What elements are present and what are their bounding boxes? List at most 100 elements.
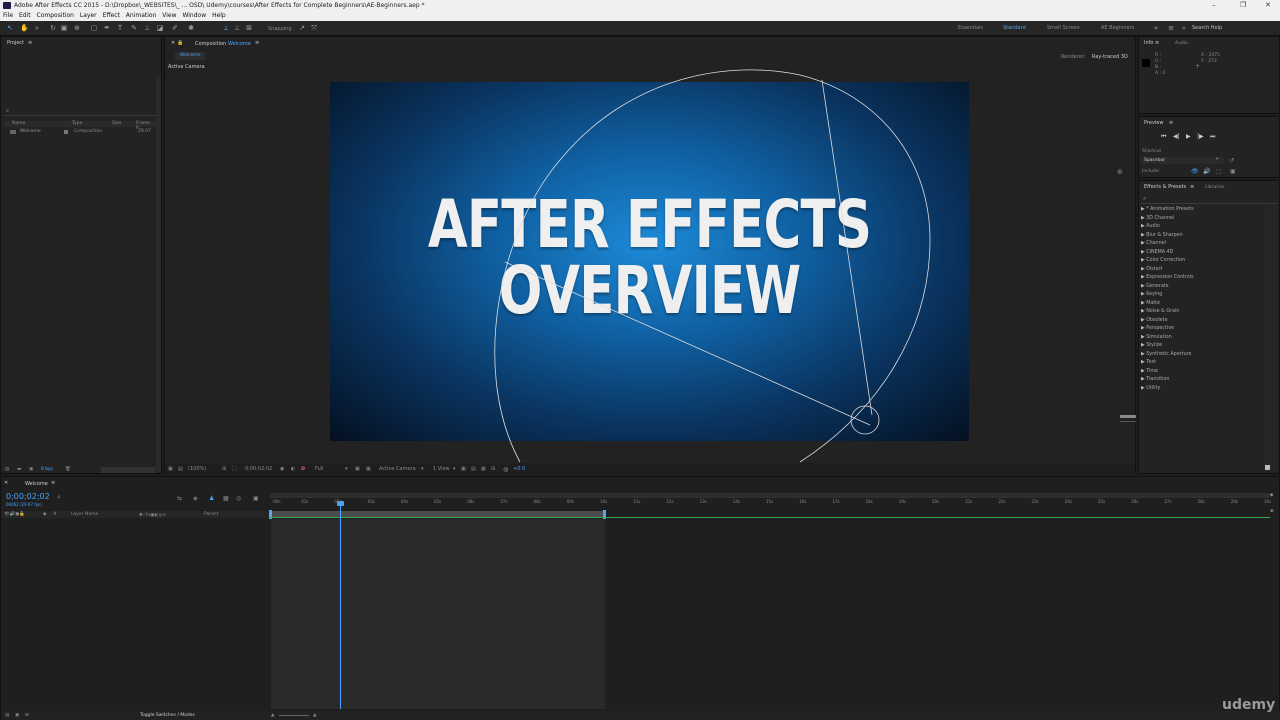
playhead[interactable] bbox=[340, 501, 341, 709]
include-overlays-icon[interactable]: ⬚ bbox=[1216, 168, 1222, 175]
timeline-footer: ▤ ▣ ⊞ Toggle Switches / Modes ▲ ▲ bbox=[1, 711, 1280, 720]
next-frame-icon[interactable]: |▶ bbox=[1197, 133, 1204, 140]
effects-scrollbar[interactable] bbox=[1264, 205, 1278, 470]
effect-category[interactable]: ▶ Keying bbox=[1141, 292, 1162, 297]
time-navigator[interactable] bbox=[270, 493, 1270, 498]
ruler-label: 05s bbox=[434, 499, 442, 504]
previous-frame-icon[interactable]: ◀| bbox=[1173, 133, 1180, 140]
in-out-icon[interactable]: ⊞ bbox=[25, 713, 29, 718]
zoom-out-icon[interactable]: ▲ bbox=[271, 713, 274, 718]
ruler-label: 03s bbox=[367, 499, 375, 504]
effect-category[interactable]: ▶ Stylize bbox=[1141, 343, 1162, 348]
ruler-label: :00s bbox=[272, 499, 281, 504]
effect-category[interactable]: ▶ Time bbox=[1141, 369, 1158, 374]
effect-category[interactable]: ▶ Distort bbox=[1141, 267, 1162, 272]
include-audio-icon[interactable]: 🔊 bbox=[1203, 168, 1210, 175]
zoom-in-icon[interactable]: ▲ bbox=[313, 713, 316, 718]
include-layer-controls-icon[interactable]: ▣ bbox=[1230, 168, 1236, 175]
effect-category-label: Perspective bbox=[1146, 326, 1174, 331]
preview-panel: Preview ≡ ⏮ ◀| ▶ |▶ ⏭ Shortcut Spacebar … bbox=[1138, 116, 1280, 178]
effect-category[interactable]: ▶ Text bbox=[1141, 360, 1156, 365]
effect-category-label: * Animation Presets bbox=[1146, 207, 1194, 212]
draft-3d-icon[interactable]: ◈ bbox=[193, 495, 198, 502]
color-swatch bbox=[1142, 59, 1150, 67]
last-frame-icon[interactable]: ⏭ bbox=[1210, 133, 1215, 141]
panel-menu-icon[interactable]: ≡ bbox=[51, 480, 55, 486]
panel-menu-icon[interactable]: ≡ bbox=[1155, 40, 1159, 46]
shortcut-label: Shortcut bbox=[1142, 149, 1162, 154]
ruler-label: 19s bbox=[898, 499, 906, 504]
label-icon[interactable]: ◆ bbox=[43, 512, 46, 517]
zoom-icon[interactable]: ⊕ bbox=[1270, 509, 1274, 514]
chevron-down-icon: ▾ bbox=[1216, 157, 1219, 162]
camera-line-2 bbox=[821, 79, 873, 416]
effect-category[interactable]: ▶ Color Correction bbox=[1141, 258, 1185, 263]
ruler-label: 08s bbox=[533, 499, 541, 504]
switches-icons[interactable]: ✱⟋fx▣◐◎⊙ bbox=[139, 512, 166, 518]
timeline-search-icon: ⌕ bbox=[57, 493, 61, 501]
layer-name-header[interactable]: Layer Name bbox=[71, 512, 98, 517]
effect-category[interactable]: ▶ Obsolete bbox=[1141, 318, 1168, 323]
effect-category[interactable]: ▶ Blur & Sharpen bbox=[1141, 233, 1183, 238]
effects-search-icon: ⌕ bbox=[1143, 195, 1147, 202]
timeline-zoom-icons[interactable]: ◈ ⊕ bbox=[1269, 493, 1279, 523]
effect-category-label: Distort bbox=[1146, 266, 1163, 272]
shy-layers-icon[interactable]: ♟ bbox=[209, 495, 214, 502]
effect-category[interactable]: ▶ 3D Channel bbox=[1141, 216, 1174, 221]
first-frame-icon[interactable]: ⏮ bbox=[1161, 133, 1166, 141]
effect-category[interactable]: ▶ Audio bbox=[1141, 224, 1160, 229]
panel-menu-icon[interactable]: ≡ bbox=[1169, 120, 1173, 126]
effect-category[interactable]: ▶ Utility bbox=[1141, 386, 1160, 391]
audio-tab[interactable]: Audio bbox=[1175, 41, 1188, 46]
transfer-controls-icon[interactable]: ▣ bbox=[15, 713, 19, 718]
info-tab[interactable]: Info bbox=[1144, 40, 1153, 46]
effect-category[interactable]: ▶ Transition bbox=[1141, 377, 1169, 382]
composition-mini-flowchart-icon[interactable]: ⇆ bbox=[177, 495, 182, 502]
timeline-work-area[interactable] bbox=[271, 519, 605, 709]
effect-category[interactable]: ▶ Expression Controls bbox=[1141, 275, 1194, 280]
toggle-switches-modes[interactable]: Toggle Switches / Modes bbox=[140, 713, 195, 718]
effect-category[interactable]: ▶ Channel bbox=[1141, 241, 1166, 246]
play-icon[interactable]: ▶ bbox=[1186, 133, 1191, 140]
close-panel-icon[interactable]: ✕ bbox=[4, 480, 8, 486]
shortcut-value: Spacebar bbox=[1144, 158, 1166, 163]
effect-category[interactable]: ▶ Noise & Grain bbox=[1141, 309, 1179, 314]
graph-editor-icon[interactable]: ▣ bbox=[253, 495, 259, 502]
info-a: A : 0 bbox=[1155, 71, 1166, 76]
effect-category[interactable]: ▶ Synthetic Aperture bbox=[1141, 352, 1191, 357]
av-switches-icon[interactable]: 👁🔊●🔒 bbox=[4, 512, 25, 517]
ruler-label: 23s bbox=[1031, 499, 1039, 504]
include-video-icon[interactable]: 👁 bbox=[1191, 168, 1199, 175]
ruler-label: 14s bbox=[732, 499, 740, 504]
shortcut-select[interactable]: Spacebar ▾ bbox=[1142, 157, 1224, 164]
timeline-tab[interactable]: Welcome bbox=[25, 481, 48, 487]
render-bar bbox=[270, 517, 1270, 518]
panel-menu-icon[interactable]: ≡ bbox=[1190, 184, 1194, 190]
effects-tab[interactable]: Effects & Presets bbox=[1144, 184, 1186, 190]
frame-blending-icon[interactable]: ▦ bbox=[223, 495, 229, 502]
effect-category[interactable]: ▶ * Animation Presets bbox=[1141, 207, 1194, 212]
effect-category[interactable]: ▶ Simulation bbox=[1141, 335, 1172, 340]
libraries-tab[interactable]: Libraries bbox=[1205, 185, 1224, 190]
reset-icon[interactable]: ↺ bbox=[1229, 157, 1234, 164]
camera-target-circle[interactable] bbox=[850, 405, 880, 435]
effect-category[interactable]: ▶ CINEMA 4D bbox=[1141, 250, 1173, 255]
search-divider bbox=[1141, 203, 1277, 204]
timeline-timecode[interactable]: 0;00;02;02 bbox=[6, 492, 50, 501]
layer-switches-icon[interactable]: ▤ bbox=[5, 713, 9, 718]
parent-header[interactable]: Parent bbox=[204, 512, 218, 517]
effect-category-label: Simulation bbox=[1146, 334, 1172, 340]
effect-category[interactable]: ▶ Matte bbox=[1141, 301, 1160, 306]
motion-blur-icon[interactable]: ◎ bbox=[236, 495, 241, 502]
number-icon[interactable]: # bbox=[53, 512, 57, 517]
effect-category-label: Channel bbox=[1146, 241, 1166, 246]
effect-category[interactable]: ▶ Generate bbox=[1141, 284, 1169, 289]
effect-category[interactable]: ▶ Perspective bbox=[1141, 326, 1174, 331]
ruler-label: 21s bbox=[965, 499, 973, 504]
ruler-label: 26s bbox=[1131, 499, 1139, 504]
preview-tab[interactable]: Preview bbox=[1144, 120, 1163, 126]
ruler-label: 27s bbox=[1164, 499, 1172, 504]
resize-handle[interactable] bbox=[1265, 465, 1270, 470]
comp-button-icon[interactable]: ◈ bbox=[1270, 493, 1273, 498]
zoom-slider[interactable] bbox=[279, 715, 309, 716]
